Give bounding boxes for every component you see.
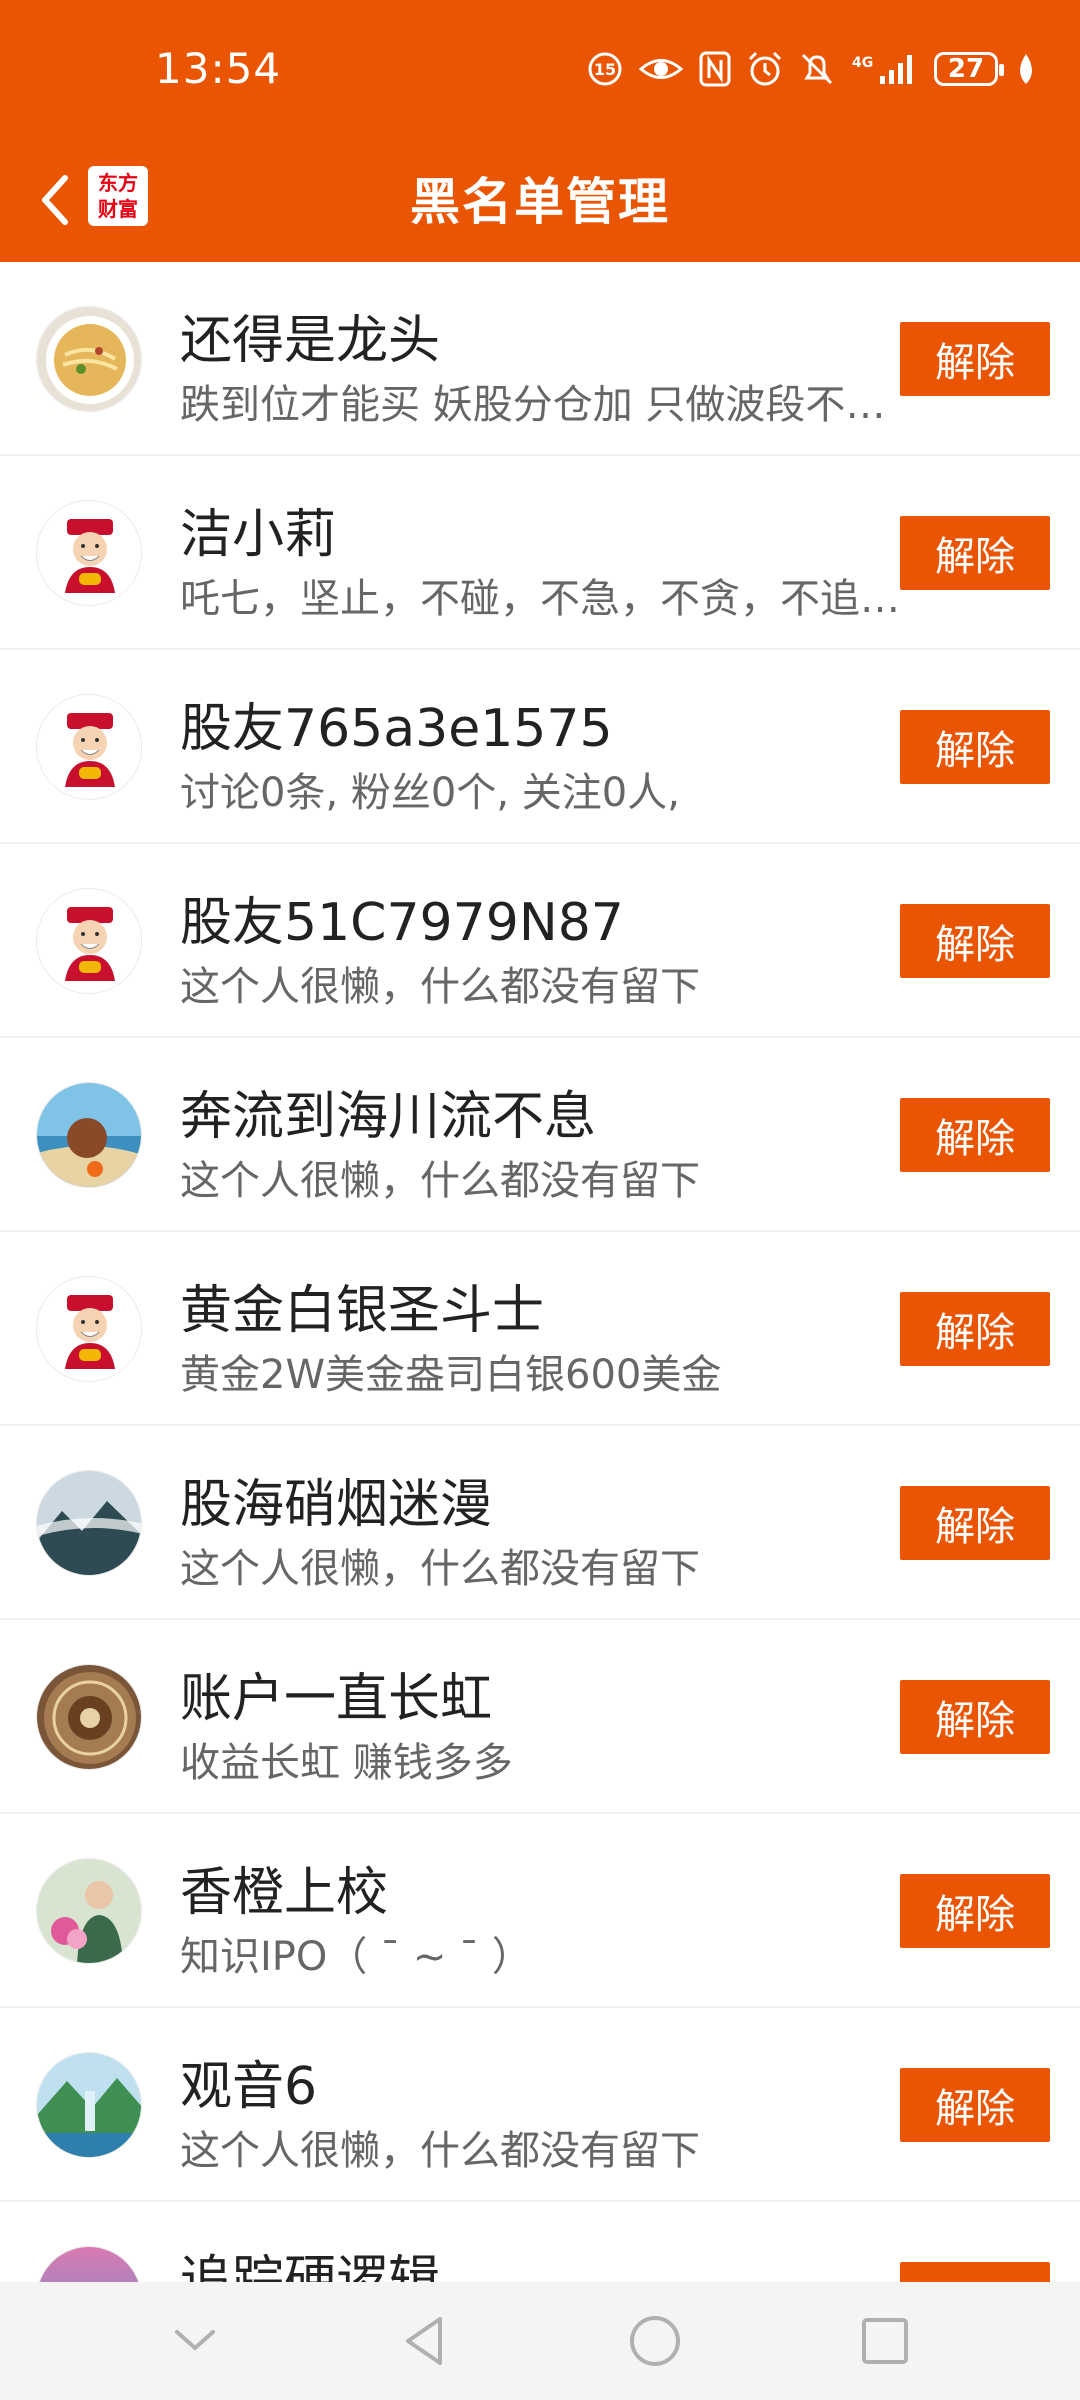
user-name[interactable]: 股友765a3e1575 <box>180 686 613 761</box>
status-bar: 13:54 15 4G 27 <box>0 0 1080 140</box>
unblock-button[interactable]: 解除 <box>900 1098 1050 1172</box>
blacklist-row: 奔流到海川流不息这个人很懒，什么都没有留下 解除 <box>0 1038 1080 1232</box>
avatar[interactable] <box>36 1082 142 1188</box>
unblock-button[interactable]: 解除 <box>900 1486 1050 1560</box>
avatar[interactable] <box>36 306 142 412</box>
svg-text:15: 15 <box>594 60 616 79</box>
avatar[interactable] <box>36 1858 142 1964</box>
hide-keyboard-icon[interactable] <box>155 2301 235 2381</box>
unblock-button[interactable]: 解除 <box>900 710 1050 784</box>
user-name[interactable]: 观音6 <box>180 2044 317 2119</box>
signal-icon: 4G <box>850 50 920 88</box>
status-time: 13:54 <box>155 44 282 93</box>
user-bio: 跌到位才能买 妖股分仓加 只做波段不做长线 <box>180 382 900 428</box>
unblock-button[interactable]: 解除 <box>900 1292 1050 1366</box>
unblock-button[interactable]: 解除 <box>900 1874 1050 1948</box>
unblock-button[interactable]: 解除 <box>900 516 1050 590</box>
user-bio: 讨论0条, 粉丝0个, 关注0人, <box>180 770 680 816</box>
leaf-icon <box>1012 50 1040 88</box>
user-name[interactable]: 黄金白银圣斗士 <box>180 1268 544 1343</box>
blacklist-row: 黄金白银圣斗士黄金2W美金盎司白银600美金 解除 <box>0 1232 1080 1426</box>
avatar[interactable] <box>36 2052 142 2158</box>
page-title: 黑名单管理 <box>410 173 670 231</box>
user-bio: 这个人很懒，什么都没有留下 <box>180 1158 700 1204</box>
blacklist-row: 股友765a3e1575 讨论0条, 粉丝0个, 关注0人, 解除 <box>0 650 1080 844</box>
blacklist-row: 洁小莉吒七，坚止，不碰，不急，不贪，不追，不慌 解除 <box>0 456 1080 650</box>
user-bio: 黄金2W美金盎司白银600美金 <box>180 1352 722 1398</box>
app-header: 13:54 15 4G 27 东方 财富 黑名单管理 <box>0 0 1080 262</box>
user-name[interactable]: 账户一直长虹 <box>180 1656 492 1731</box>
nfc-icon <box>698 50 732 88</box>
user-name[interactable]: 香橙上校 <box>180 1850 388 1925</box>
user-bio: 这个人很懒，什么都没有留下 <box>180 2128 700 2174</box>
user-name[interactable]: 洁小莉 <box>180 492 336 567</box>
user-bio: 这个人很懒，什么都没有留下 <box>180 964 700 1010</box>
user-bio: 吒七，坚止，不碰，不急，不贪，不追，不慌 <box>180 576 900 622</box>
unblock-button[interactable]: 解除 <box>900 2068 1050 2142</box>
avatar[interactable] <box>36 1664 142 1770</box>
blacklist-row: 股海硝烟迷漫这个人很懒，什么都没有留下 解除 <box>0 1426 1080 1620</box>
back-triangle-icon[interactable] <box>385 2301 465 2381</box>
recents-square-icon[interactable] <box>845 2301 925 2381</box>
blacklist-row: 还得是龙头跌到位才能买 妖股分仓加 只做波段不做长线 解除 <box>0 262 1080 456</box>
user-name[interactable]: 还得是龙头 <box>180 298 440 373</box>
unblock-button[interactable]: 解除 <box>900 1680 1050 1754</box>
title-bar: 东方 财富 黑名单管理 <box>0 140 1080 262</box>
svg-text:4G: 4G <box>852 55 873 71</box>
blacklist-row: 账户一直长虹收益长虹 赚钱多多 解除 <box>0 1620 1080 1814</box>
mute-icon <box>798 50 836 88</box>
avatar[interactable] <box>36 500 142 606</box>
battery-icon: 27 <box>934 52 1004 86</box>
system-nav-bar <box>0 2282 1080 2400</box>
user-name[interactable]: 奔流到海川流不息 <box>180 1074 596 1149</box>
avatar[interactable] <box>36 1470 142 1576</box>
alarm-icon <box>746 50 784 88</box>
avatar[interactable] <box>36 1276 142 1382</box>
eye-icon <box>638 50 684 88</box>
data-saver-icon: 15 <box>586 50 624 88</box>
avatar[interactable] <box>36 694 142 800</box>
user-bio: 这个人很懒，什么都没有留下 <box>180 1546 700 1592</box>
blacklist-row: 股友51C7979N87 这个人很懒，什么都没有留下 解除 <box>0 844 1080 1038</box>
unblock-button[interactable]: 解除 <box>900 322 1050 396</box>
blacklist-row: 观音6 这个人很懒，什么都没有留下 解除 <box>0 2008 1080 2202</box>
status-icons: 15 4G 27 <box>586 44 1040 94</box>
user-bio: 知识IPO（ ¯ ~ ¯ ） <box>180 1934 532 1980</box>
user-name[interactable]: 股友51C7979N87 <box>180 880 624 955</box>
user-name[interactable]: 股海硝烟迷漫 <box>180 1462 492 1537</box>
avatar[interactable] <box>36 888 142 994</box>
unblock-button[interactable]: 解除 <box>900 904 1050 978</box>
user-bio: 收益长虹 赚钱多多 <box>180 1740 513 1786</box>
blacklist-row: 香橙上校知识IPO（ ¯ ~ ¯ ） 解除 <box>0 1814 1080 2008</box>
blacklist: 还得是龙头 跌到位才能买 妖股分仓加 只做波段不做长线 解除 洁小莉 吒七，坚止，不碰，… <box>0 262 1080 2396</box>
home-circle-icon[interactable] <box>615 2301 695 2381</box>
